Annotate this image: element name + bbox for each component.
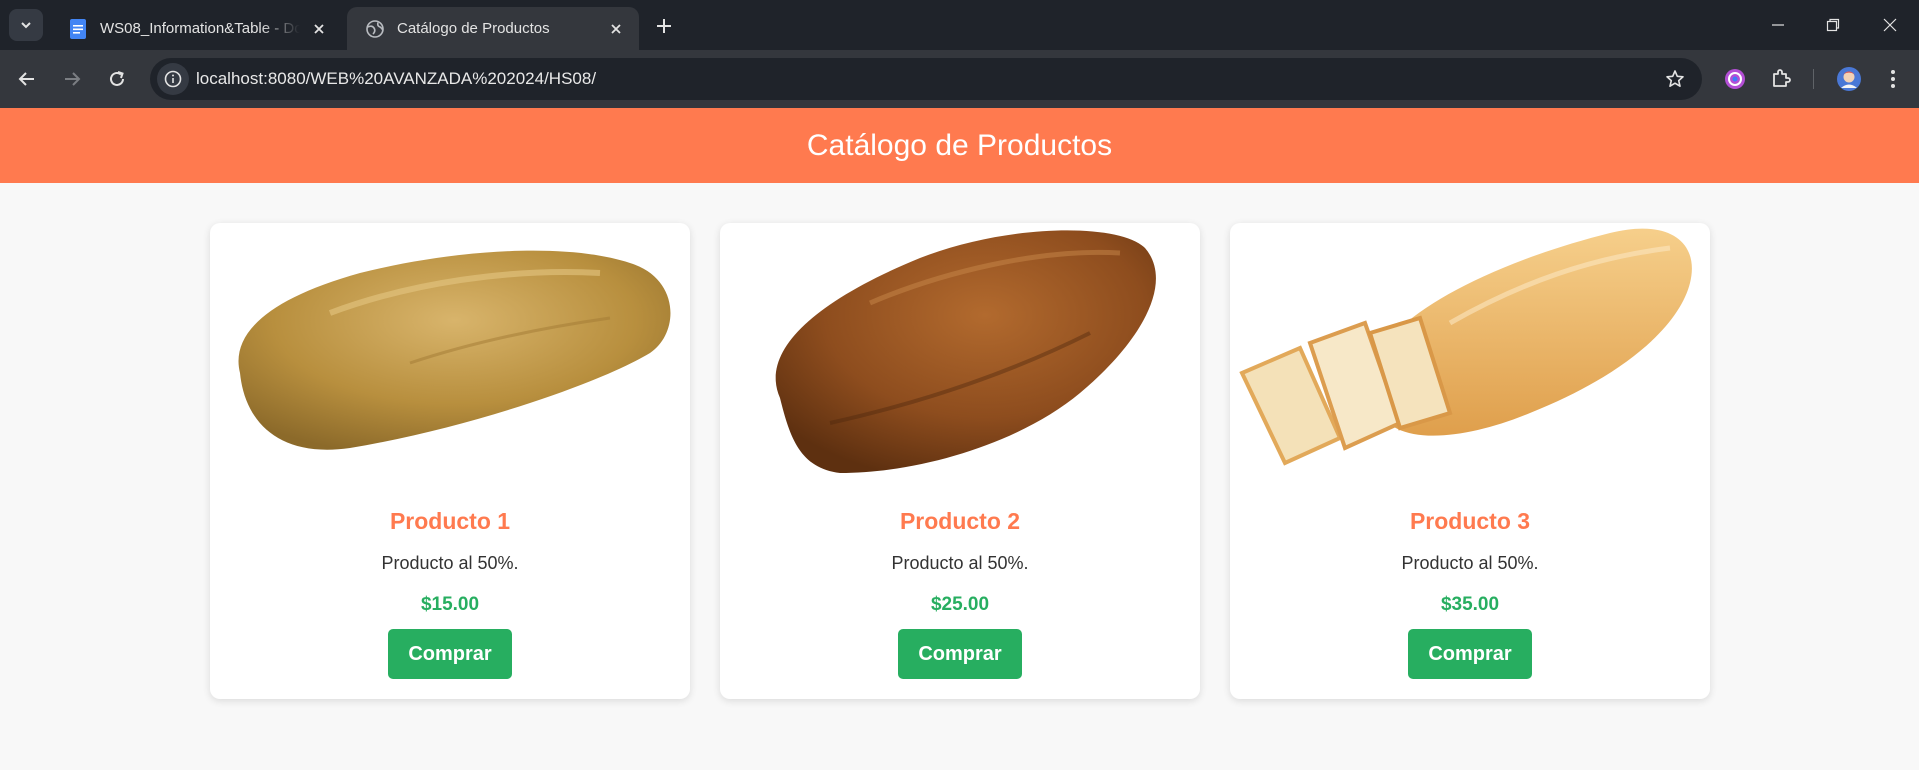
buy-button[interactable]: Comprar — [1408, 629, 1532, 679]
buy-button[interactable]: Comprar — [898, 629, 1022, 679]
back-arrow-icon — [18, 72, 34, 86]
browser-toolbar: localhost:8080/WEB%20AVANZADA%202024/HS0… — [0, 50, 1919, 108]
product-price: $15.00 — [420, 594, 480, 615]
product-price: $25.00 — [930, 594, 990, 615]
tab-docs[interactable]: WS08_Information&Table - Doc — [50, 7, 342, 50]
product-card: Producto 2 Producto al 50%. $25.00 Compr… — [720, 223, 1200, 699]
restore-button[interactable] — [1815, 7, 1851, 43]
star-icon — [1666, 70, 1684, 87]
product-image — [1239, 228, 1692, 466]
page-title: Catálogo de Productos — [806, 128, 1113, 162]
new-tab-button[interactable] — [650, 12, 678, 40]
page-header: Catálogo de Productos — [0, 108, 1919, 183]
close-icon[interactable] — [605, 18, 627, 40]
extensions-menu-button[interactable] — [1764, 62, 1798, 96]
close-window-button[interactable] — [1872, 7, 1908, 43]
product-image — [775, 230, 1156, 473]
browser-menu-button[interactable] — [1876, 62, 1910, 96]
puzzle-icon — [1773, 69, 1791, 87]
back-button[interactable] — [10, 62, 44, 96]
close-icon — [1883, 18, 1897, 32]
product-description: Producto al 50%. — [381, 553, 519, 573]
buy-button[interactable]: Comprar — [388, 629, 512, 679]
url-host: localhost — [196, 69, 264, 88]
kebab-menu-icon — [1891, 70, 1895, 88]
bookmark-button[interactable] — [1660, 64, 1690, 94]
url-text: localhost:8080/WEB%20AVANZADA%202024/HS0… — [196, 69, 596, 89]
extension-swirl-icon — [1725, 69, 1745, 89]
product-card: Producto 3 Producto al 50%. $35.00 Compr… — [1230, 223, 1710, 699]
google-docs-icon — [70, 18, 86, 39]
info-icon — [164, 70, 182, 88]
forward-button[interactable] — [55, 62, 89, 96]
tab-catalog[interactable]: Catálogo de Productos — [347, 7, 639, 50]
tab-search-button[interactable] — [9, 9, 43, 41]
restore-icon — [1826, 18, 1840, 32]
plus-icon — [657, 19, 671, 33]
avatar — [1837, 67, 1861, 91]
minimize-icon — [1772, 24, 1784, 26]
product-name: Producto 3 — [1409, 508, 1531, 534]
product-description: Producto al 50%. — [891, 553, 1029, 573]
chevron-down-icon — [21, 22, 31, 29]
forward-arrow-icon — [65, 72, 81, 86]
close-icon[interactable] — [308, 18, 330, 40]
tab-title: WS08_Information&Table - Doc — [100, 20, 300, 37]
site-info-button[interactable] — [157, 63, 189, 95]
toolbar-divider — [1813, 69, 1814, 89]
reload-button[interactable] — [100, 62, 134, 96]
globe-icon — [366, 19, 384, 38]
product-catalog: Producto 1 Producto al 50%. $15.00 Compr… — [210, 223, 1710, 699]
address-bar[interactable]: localhost:8080/WEB%20AVANZADA%202024/HS0… — [150, 58, 1702, 100]
product-price: $35.00 — [1440, 594, 1500, 615]
extension-button[interactable] — [1718, 62, 1752, 96]
product-image — [238, 250, 671, 450]
reload-icon — [110, 71, 124, 86]
product-description: Producto al 50%. — [1401, 553, 1539, 573]
tab-title: Catálogo de Productos — [397, 20, 550, 37]
url-path: :8080/WEB%20AVANZADA%202024/HS08/ — [263, 69, 597, 88]
minimize-button[interactable] — [1760, 7, 1796, 43]
browser-tabstrip: WS08_Information&Table - Doc Catálogo de… — [0, 0, 1919, 50]
product-card: Producto 1 Producto al 50%. $15.00 Compr… — [210, 223, 690, 699]
profile-button[interactable] — [1832, 62, 1866, 96]
product-name: Producto 2 — [899, 508, 1021, 534]
product-name: Producto 1 — [389, 508, 511, 534]
